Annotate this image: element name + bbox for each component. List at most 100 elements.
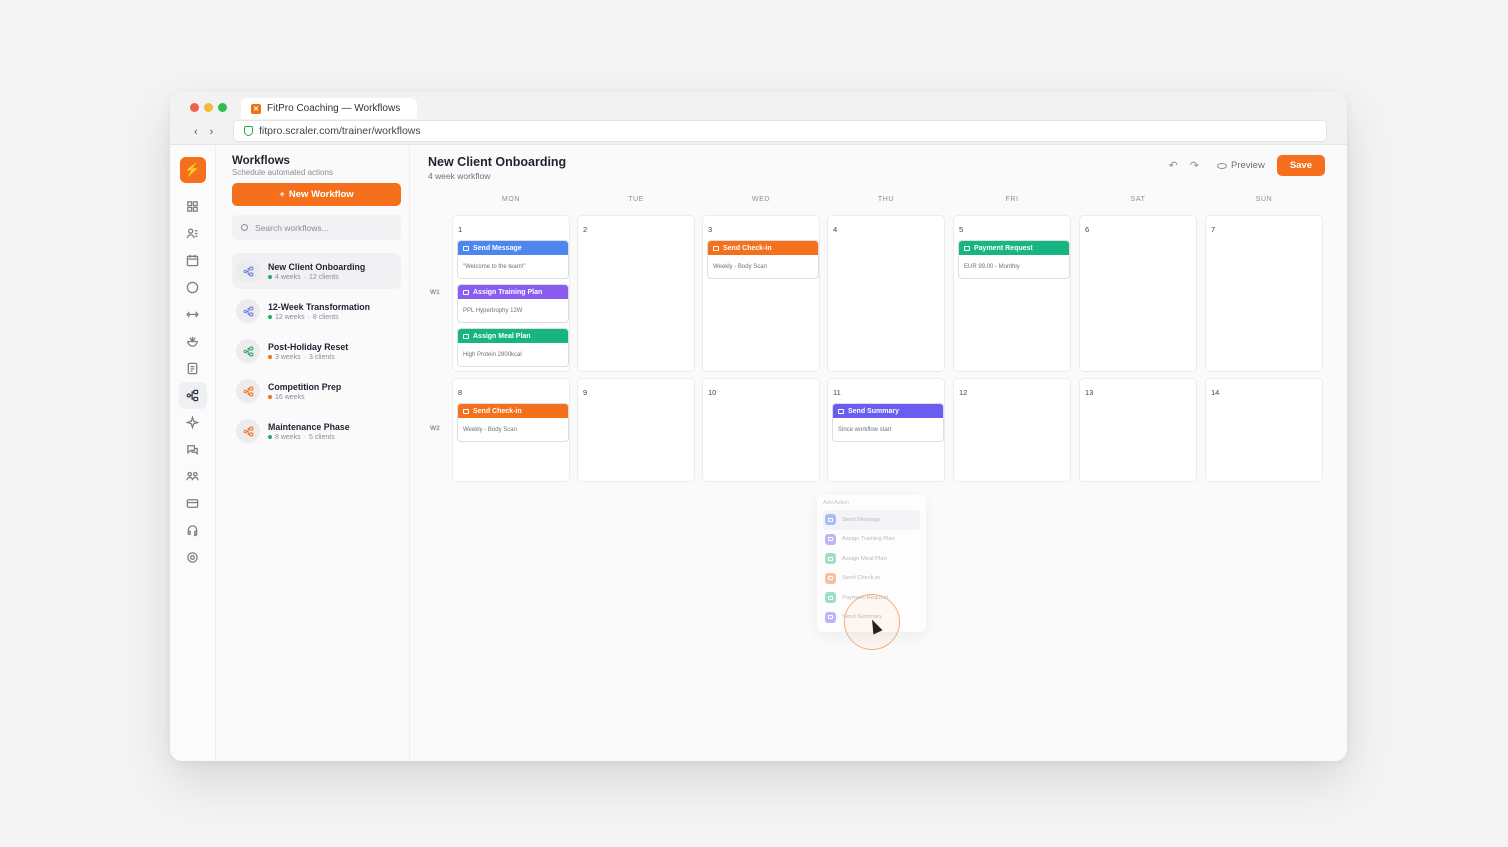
- action-card[interactable]: Send Check-in Weekly - Body Scan: [707, 240, 819, 279]
- close-window-button[interactable]: [190, 103, 199, 112]
- workflow-list-item[interactable]: Competition Prep 16 weeks: [232, 373, 401, 409]
- support-icon[interactable]: [179, 517, 207, 544]
- new-workflow-label: New Workflow: [288, 189, 354, 200]
- day-number: 2: [583, 225, 588, 234]
- preview-button[interactable]: Preview: [1217, 160, 1265, 171]
- workflow-icon: [236, 379, 260, 403]
- action-detail: Since workflow start: [838, 427, 892, 433]
- day-cell[interactable]: 4: [827, 215, 945, 372]
- browser-tab[interactable]: ✕ FitPro Coaching — Workflows: [241, 98, 417, 119]
- action-card[interactable]: Send Summary Since workflow start: [832, 403, 944, 442]
- maximize-window-button[interactable]: [218, 103, 227, 112]
- day-number: 10: [708, 388, 717, 397]
- day-cell[interactable]: 10: [702, 378, 820, 482]
- eye-icon: [1217, 162, 1228, 169]
- day-of-week-header: MON: [501, 196, 521, 203]
- app-logo[interactable]: ⚡: [179, 157, 206, 183]
- day-cell[interactable]: 3: [702, 215, 820, 372]
- add-action-option[interactable]: Send Check-in: [823, 569, 920, 589]
- workflow-name: Competition Prep: [268, 381, 342, 392]
- action-type-icon: [713, 245, 719, 251]
- action-card[interactable]: Send Check-in Weekly - Body Scan: [457, 403, 569, 442]
- new-workflow-button[interactable]: + New Workflow: [232, 183, 401, 206]
- action-option-icon: [825, 611, 836, 623]
- action-option-label: Send Check-in: [842, 575, 881, 582]
- meta-separator: ·: [303, 273, 307, 281]
- workflow-list: New Client Onboarding 4 weeks · 12 clients 1…: [232, 253, 401, 449]
- action-option-icon: [825, 533, 836, 545]
- save-button[interactable]: Save: [1276, 155, 1325, 176]
- window-controls: [190, 103, 227, 112]
- back-arrow-icon[interactable]: ‹: [194, 126, 198, 138]
- day-number: 3: [708, 225, 713, 234]
- day-number: 9: [583, 388, 588, 397]
- day-of-week-header: SAT: [1130, 196, 1146, 203]
- workflow-icon: [236, 299, 260, 323]
- status-dot: [268, 395, 272, 399]
- checklist-icon[interactable]: [179, 355, 207, 382]
- chat-icon[interactable]: [179, 436, 207, 463]
- week-label: W1: [430, 289, 440, 296]
- icon-rail: ⚡: [170, 145, 216, 761]
- day-cell[interactable]: 12: [953, 378, 1071, 482]
- tab-title: FitPro Coaching — Workflows: [267, 103, 401, 114]
- workflow-list-item[interactable]: Post-Holiday Reset 3 weeks · 3 clients: [232, 333, 401, 369]
- action-option-icon: [825, 553, 836, 565]
- workflow-clients: 5 clients: [309, 433, 335, 441]
- add-action-option[interactable]: Assign Training Plan: [823, 530, 920, 550]
- add-action-option[interactable]: Assign Meal Plan: [823, 549, 920, 569]
- day-cell[interactable]: 2: [577, 215, 695, 372]
- clients-icon[interactable]: [179, 220, 207, 247]
- action-option-label: Send Message: [842, 516, 881, 523]
- billing-icon[interactable]: [179, 490, 207, 517]
- redo-icon[interactable]: ↷: [1190, 159, 1199, 172]
- day-cell[interactable]: 14: [1205, 378, 1323, 482]
- day-number: 4: [833, 225, 838, 234]
- day-cell[interactable]: 6: [1079, 215, 1197, 372]
- dashboard-icon[interactable]: [179, 193, 207, 220]
- forward-arrow-icon[interactable]: ›: [210, 126, 214, 138]
- action-option-icon: [825, 572, 836, 584]
- nutrition-icon[interactable]: [179, 328, 207, 355]
- action-type-icon: [463, 333, 469, 339]
- minimize-window-button[interactable]: [204, 103, 213, 112]
- day-cell[interactable]: 9: [577, 378, 695, 482]
- add-action-option[interactable]: Send Message: [823, 510, 920, 530]
- day-cell[interactable]: 7: [1205, 215, 1323, 372]
- editor-toolbar: ↶ ↷ Preview Save: [1169, 155, 1325, 176]
- day-cell[interactable]: 5: [953, 215, 1071, 372]
- action-card[interactable]: Assign Training Plan PPL Hypertrophy 12W: [457, 284, 569, 323]
- address-bar[interactable]: fitpro.scraler.com/trainer/workflows: [233, 120, 1327, 142]
- action-detail: EUR 99.00 - Monthly: [964, 264, 1020, 270]
- action-title: Send Summary: [848, 407, 899, 415]
- workflows-sidebar: Workflows Schedule automated actions + N…: [216, 145, 410, 761]
- day-number: 13: [1085, 388, 1094, 397]
- dumbbell-icon[interactable]: [179, 301, 207, 328]
- browser-window: ✕ FitPro Coaching — Workflows ‹ › fitpro…: [170, 92, 1347, 761]
- page-subtitle: 4 week workflow: [428, 171, 491, 181]
- day-number: 7: [1211, 225, 1216, 234]
- messages-icon[interactable]: [179, 274, 207, 301]
- calendar-icon[interactable]: [179, 247, 207, 274]
- workflow-list-item[interactable]: Maintenance Phase 8 weeks · 5 clients: [232, 413, 401, 449]
- workflows-icon[interactable]: [178, 382, 207, 409]
- search-workflows-input[interactable]: Search workflows...: [232, 215, 401, 240]
- workflow-list-item[interactable]: New Client Onboarding 4 weeks · 12 clients: [232, 253, 401, 289]
- action-card[interactable]: Payment Request EUR 99.00 - Monthly: [958, 240, 1070, 279]
- settings-icon[interactable]: [179, 544, 207, 571]
- undo-icon[interactable]: ↶: [1169, 159, 1178, 172]
- day-cell[interactable]: 13: [1079, 378, 1197, 482]
- action-card[interactable]: Send Message "Welcome to the team!": [457, 240, 569, 279]
- action-detail: Weekly - Body Scan: [713, 264, 767, 270]
- url-text: fitpro.scraler.com/trainer/workflows: [259, 125, 421, 137]
- sidebar-subtitle: Schedule automated actions: [232, 168, 333, 177]
- workflow-icon: [236, 339, 260, 363]
- workflow-list-item[interactable]: 12-Week Transformation 12 weeks · 8 clients: [232, 293, 401, 329]
- day-number: 8: [458, 388, 463, 397]
- ai-sparkle-icon[interactable]: [179, 409, 207, 436]
- action-card[interactable]: Assign Meal Plan High Protein 2800kcal: [457, 328, 569, 367]
- workflow-clients: 12 clients: [309, 273, 339, 281]
- action-detail: Weekly - Body Scan: [463, 427, 517, 433]
- action-title: Assign Training Plan: [473, 288, 543, 296]
- community-icon[interactable]: [179, 463, 207, 490]
